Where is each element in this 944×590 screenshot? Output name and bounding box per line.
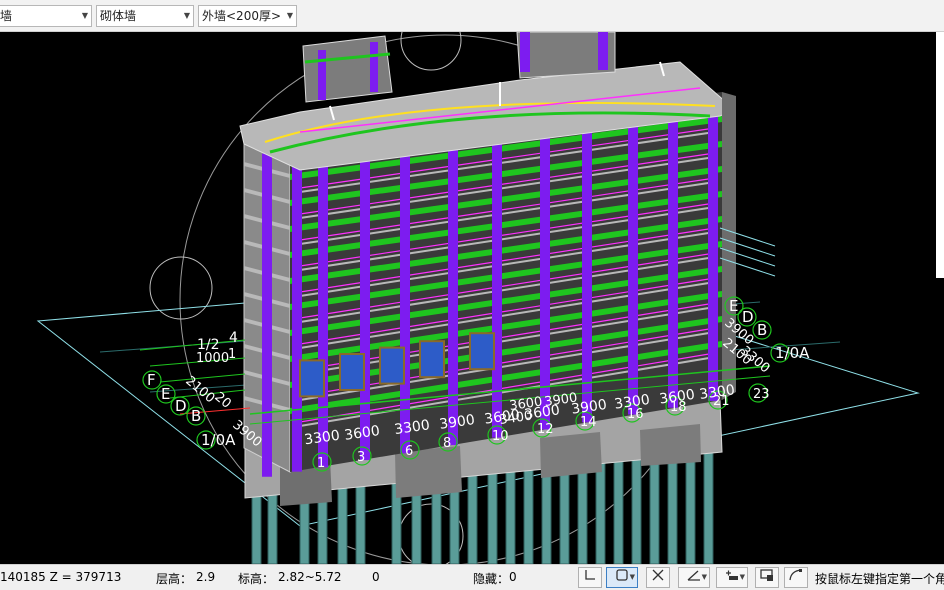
- left-axis-label: 1/0A: [201, 431, 236, 449]
- left-axis-number: 4: [229, 330, 238, 346]
- hidden-label: 隐藏：: [473, 572, 510, 586]
- elevation-label: 标高：: [238, 572, 275, 586]
- column: [540, 117, 550, 430]
- cross-snap-button[interactable]: [646, 567, 670, 588]
- grid-number-label: 23: [753, 387, 770, 402]
- column: [262, 153, 272, 477]
- left-dim-label: 1000: [196, 351, 229, 366]
- angle-snap-button[interactable]: ▼: [678, 567, 710, 588]
- wall-kind-select[interactable]: 砌体墙 ▼: [96, 5, 194, 27]
- pile-cap: [640, 424, 701, 466]
- wall-type-select[interactable]: 墙 ▼: [0, 5, 92, 27]
- window: [379, 346, 405, 385]
- grid-number-label: 1: [317, 456, 325, 471]
- left-axis-label: D: [175, 397, 187, 415]
- property-toolbar: 墙 ▼ 砌体墙 ▼ 外墙<200厚> ▼: [0, 0, 944, 32]
- chevron-down-icon: ▼: [81, 11, 88, 20]
- column: [668, 100, 678, 408]
- chevron-down-icon: ▼: [286, 11, 293, 20]
- status-bar: 140185 Z = 379713 层高： 2.9 标高： 2.82~5.72 …: [0, 564, 944, 590]
- left-axis-label: F: [147, 371, 156, 389]
- display-settings-button[interactable]: [755, 567, 779, 588]
- wall-name-value: 外墙<200厚>: [202, 9, 282, 23]
- floor-height-value: 2.9: [196, 570, 216, 584]
- window: [419, 340, 445, 379]
- left-axis-label: B: [191, 407, 201, 425]
- left-axis-fraction: 1/2: [197, 337, 220, 353]
- arc-draw-button[interactable]: [784, 567, 808, 588]
- coordinate-readout: 140185 Z = 379713: [0, 570, 122, 584]
- right-axis-label: B: [757, 321, 767, 339]
- grid-number-label: 10: [492, 429, 509, 444]
- column: [400, 135, 410, 454]
- grid-number-label: 3: [357, 450, 365, 465]
- right-axis-label: D: [742, 308, 754, 326]
- column: [582, 112, 592, 423]
- cross-icon: [652, 569, 664, 581]
- wall-type-value: 墙: [0, 9, 13, 23]
- window: [299, 359, 325, 398]
- object-snap-button[interactable]: ▼: [606, 567, 638, 588]
- tower-column: [598, 32, 608, 70]
- column: [360, 140, 370, 461]
- chevron-down-icon: ▼: [739, 573, 745, 581]
- angle-icon: [687, 570, 700, 581]
- window: [339, 353, 365, 391]
- side-panel-edge: [936, 32, 944, 278]
- hidden-value: 0: [509, 570, 517, 584]
- pile-cap: [540, 432, 602, 478]
- floor-height-label: 层高：: [156, 572, 193, 586]
- snap-box-icon: [616, 569, 628, 581]
- wall-kind-value: 砌体墙: [100, 9, 137, 23]
- column: [318, 146, 328, 468]
- window: [469, 332, 495, 371]
- chevron-down-icon: ▼: [629, 573, 635, 581]
- ortho-icon: [585, 570, 595, 580]
- grid-number-label: 6: [405, 444, 413, 459]
- 3d-viewport[interactable]: 1 3 6 8 10 12 14 16 18 21 23 3300 3600 3300 3900 3600 3…: [0, 32, 944, 564]
- tower-column: [318, 50, 326, 100]
- ortho-snap-button[interactable]: [578, 567, 602, 588]
- arc-icon: [789, 569, 802, 581]
- monitor-icon: [760, 569, 773, 581]
- column: [708, 95, 718, 401]
- selection-count: 0: [372, 570, 380, 584]
- grid-number-label: 8: [443, 436, 451, 451]
- command-hint: 按鼠标左键指定第一个角: [815, 572, 944, 586]
- elevation-value: 2.82~5.72: [278, 570, 342, 584]
- column: [448, 129, 458, 446]
- grid-number-label: 12: [537, 422, 554, 437]
- column: [292, 149, 302, 472]
- building-3d-model: 1 3 68 10 12 1416 18 21 23 3300 3600 3300 3900 3600 3…: [36, 32, 920, 564]
- offset-icon: [726, 570, 738, 580]
- wall-name-select[interactable]: 外墙<200厚> ▼: [198, 5, 297, 27]
- chevron-down-icon: ▼: [701, 573, 707, 581]
- column: [628, 106, 638, 415]
- grid-number-label: 14: [580, 415, 597, 430]
- chevron-down-icon: ▼: [183, 11, 190, 20]
- left-dim-label: 1: [228, 347, 236, 362]
- tower-column: [520, 32, 530, 72]
- orbit-handle-left[interactable]: [149, 256, 213, 320]
- roof-stair-tower: [302, 35, 393, 103]
- right-axis-label: E: [729, 297, 738, 315]
- offset-snap-button[interactable]: ▼: [716, 567, 748, 588]
- right-axis-label: 1/0A: [775, 344, 810, 362]
- tower-column: [370, 42, 378, 92]
- left-axis-label: E: [161, 385, 170, 403]
